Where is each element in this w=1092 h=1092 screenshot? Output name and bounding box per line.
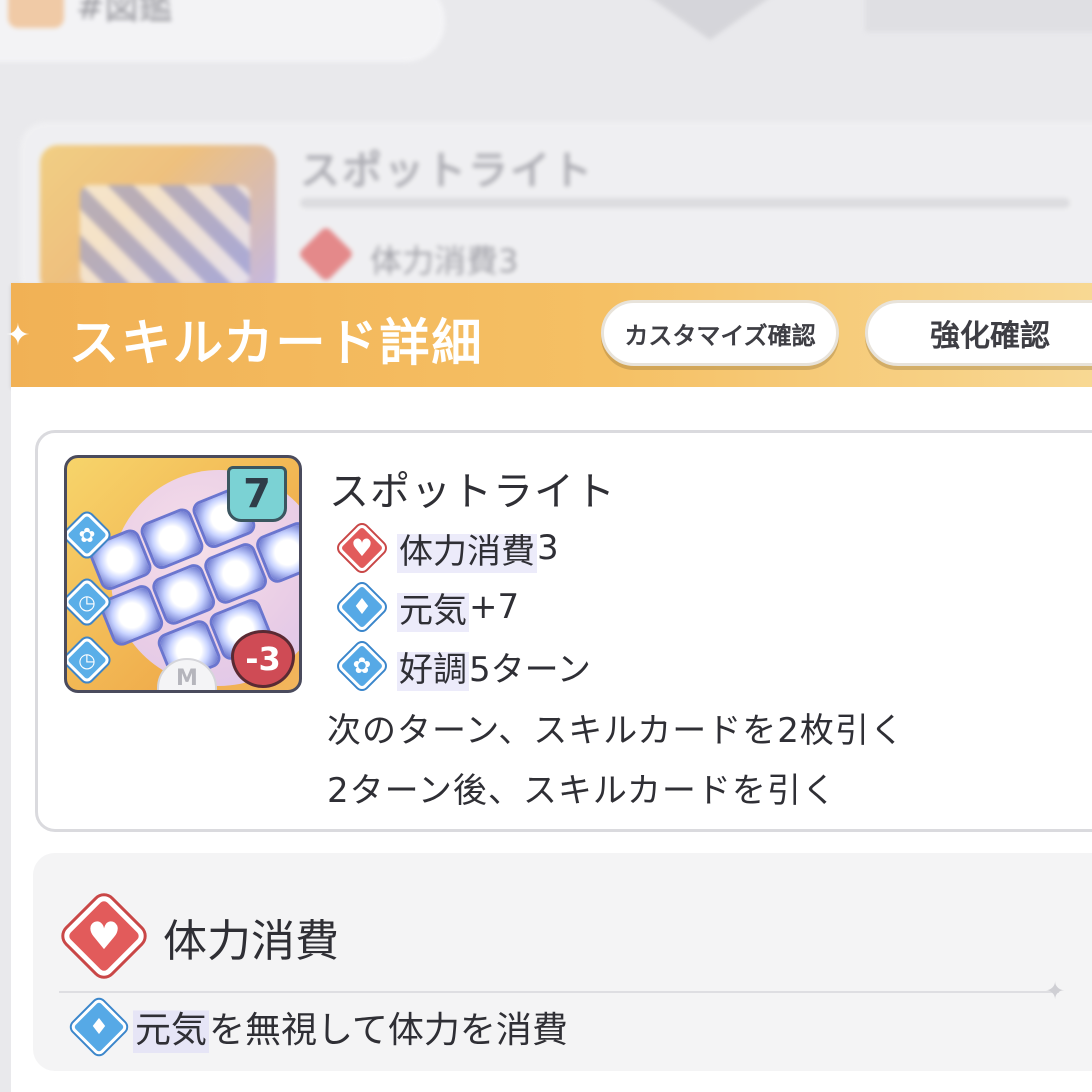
effect-value: +7	[469, 587, 520, 627]
card-description-line: 次のターン、スキルカードを2枚引く	[327, 711, 905, 751]
background-topbar-label: #図鑑	[76, 0, 173, 28]
background-decoration	[865, 0, 1092, 32]
keyword-detail-keyword[interactable]: 元気	[133, 1001, 210, 1053]
card-effect-row: ♦ 元気 +7	[337, 582, 519, 632]
sparkle-icon: ✦	[1045, 977, 1066, 1005]
genki-icon: ♦	[337, 582, 387, 632]
skill-card-image: 7 ✿ ◷ ◷ M -3	[64, 455, 302, 693]
keyword-detail-row: ♦ 元気 を無視して体力を消費	[71, 999, 568, 1055]
enhance-confirm-button[interactable]: 強化確認	[865, 300, 1092, 366]
background-topbar: #図鑑	[0, 0, 445, 62]
sparkle-icon: ✦	[5, 318, 31, 353]
effect-keyword[interactable]: 好調	[397, 641, 469, 691]
card-effect-row: ✿ 好調 5ターン	[337, 641, 591, 691]
customize-confirm-button[interactable]: カスタマイズ確認	[601, 300, 839, 366]
dialog-title: スキルカード詳細	[69, 314, 484, 372]
keyword-detail-text: を無視して体力を消費	[209, 1010, 568, 1051]
dialog-header: ✦ スキルカード詳細 カスタマイズ確認 強化確認	[5, 283, 1092, 387]
keyword-explanation-panel: ♥ 体力消費 ✦ ♦ 元気 を無視して体力を消費	[33, 853, 1092, 1071]
dialog-body: 7 ✿ ◷ ◷ M -3 スポットライト ♥ 体力消費 3 ♦ 元気 +7 ✿ …	[11, 387, 1092, 1092]
background-card-thumbnail	[40, 145, 276, 295]
divider	[59, 991, 1059, 993]
effect-keyword[interactable]: 元気	[397, 582, 469, 632]
background-card-divider	[300, 198, 1070, 208]
genki-icon: ♦	[71, 999, 127, 1055]
heart-icon: ♥	[337, 523, 387, 573]
heart-icon: ♥	[63, 895, 145, 977]
card-hp-cost-badge: -3	[231, 630, 295, 688]
card-name: スポットライト	[329, 469, 616, 515]
card-cost-badge: 7	[227, 466, 287, 522]
background-card-title: スポットライト	[300, 148, 594, 194]
background-decoration	[640, 0, 780, 40]
effect-value: 3	[537, 528, 559, 568]
effect-value: 5ターン	[469, 649, 591, 690]
koucho-icon: ✿	[337, 641, 387, 691]
card-description-line: 2ターン後、スキルカードを引く	[327, 771, 837, 811]
clock-icon: ◷	[67, 580, 109, 624]
koucho-icon: ✿	[67, 513, 109, 557]
card-effect-row: ♥ 体力消費 3	[337, 523, 559, 573]
book-icon	[8, 0, 64, 28]
background-card-effect: 体力消費3	[370, 242, 519, 280]
clock-icon: ◷	[67, 638, 109, 682]
effect-keyword[interactable]: 体力消費	[397, 523, 537, 573]
keyword-title: 体力消費	[163, 916, 339, 967]
